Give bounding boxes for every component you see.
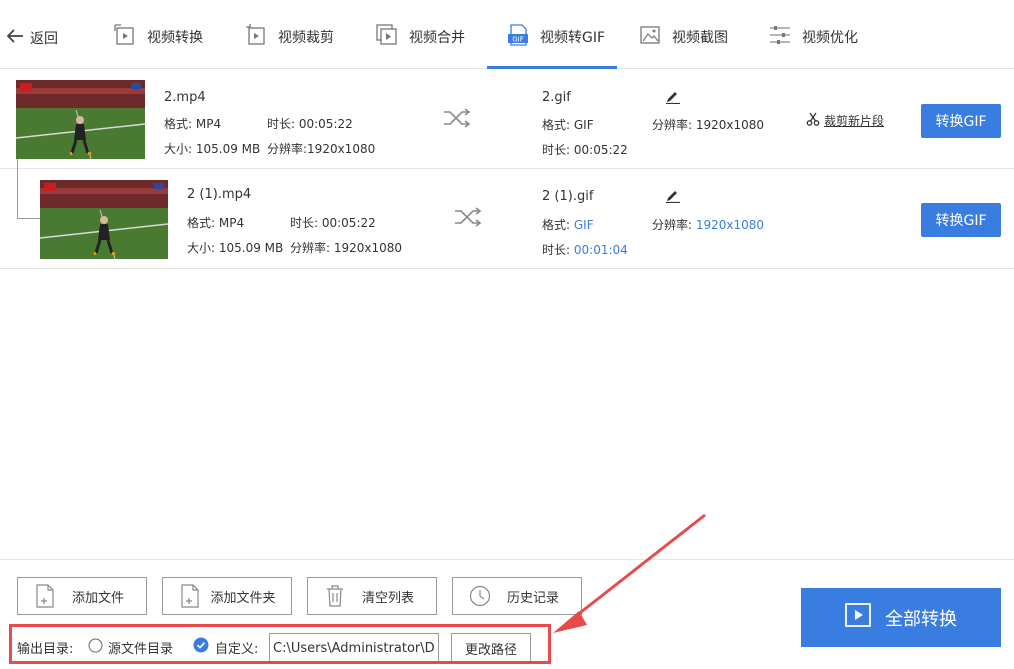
- play-icon: [845, 603, 871, 632]
- output-duration-value: 00:01:04: [573, 243, 628, 257]
- tab-video-optimize[interactable]: 视频优化: [768, 22, 858, 52]
- input-file-name: 2.mp4: [164, 90, 206, 105]
- gif-icon: GIF: [506, 23, 530, 51]
- cut-link-label: 裁剪新片段: [824, 114, 885, 128]
- add-file-label: 添加文件: [71, 590, 124, 606]
- tab-label: 视频截图: [672, 30, 728, 46]
- output-resolution-value: 1920x1080: [695, 218, 765, 232]
- tree-connector: [17, 159, 18, 218]
- output-format: 格式: GIF: [542, 216, 594, 233]
- convert-gif-button[interactable]: 转换GIF: [921, 104, 1001, 138]
- tab-video-merge[interactable]: 视频合并: [375, 22, 465, 52]
- output-format-value: GIF: [573, 218, 594, 232]
- annotation-arrow: [545, 505, 715, 639]
- clear-list-button[interactable]: 清空列表: [307, 577, 437, 615]
- input-duration: 时长: 00:05:22: [290, 216, 376, 230]
- output-duration: 时长: 00:05:22: [542, 141, 628, 158]
- output-format: 格式: GIF: [542, 116, 594, 133]
- cut-new-segment-link[interactable]: 裁剪新片段: [806, 112, 884, 129]
- video-convert-icon: [113, 23, 137, 51]
- add-folder-label: 添加文件夹: [210, 590, 276, 606]
- input-format: 格式: MP4: [164, 117, 222, 131]
- arrow-left-icon: [6, 28, 24, 48]
- add-folder-button[interactable]: 添加文件夹: [162, 577, 292, 615]
- tab-label: 视频裁剪: [278, 30, 334, 46]
- add-file-icon: [30, 584, 60, 608]
- input-resolution: 分辨率: 1920x1080: [290, 241, 403, 255]
- shuffle-icon: [454, 207, 482, 231]
- output-duration-value: 00:05:22: [573, 143, 628, 157]
- input-size: 大小: 105.09 MB: [164, 142, 261, 156]
- tab-video-convert[interactable]: 视频转换: [113, 22, 203, 52]
- edit-pencil-icon[interactable]: [665, 88, 681, 108]
- convert-all-label: 全部转换: [885, 608, 957, 630]
- tab-video-to-gif[interactable]: GIF 视频转GIF: [506, 22, 605, 52]
- tab-label: 视频优化: [802, 30, 858, 46]
- add-file-button[interactable]: 添加文件: [17, 577, 147, 615]
- output-resolution: 分辨率: 1920x1080: [652, 216, 764, 233]
- output-format-label: 格式:: [542, 118, 571, 132]
- output-resolution-label: 分辨率:: [652, 218, 693, 232]
- tab-video-screenshot[interactable]: 视频截图: [638, 22, 728, 52]
- output-file-name: 2.gif: [542, 90, 571, 105]
- sliders-icon: [768, 23, 792, 51]
- back-label: 返回: [30, 31, 58, 47]
- output-duration-label: 时长:: [542, 143, 571, 157]
- output-format-value: GIF: [573, 118, 594, 132]
- trash-icon: [320, 584, 350, 608]
- output-format-label: 格式:: [542, 218, 571, 232]
- output-resolution: 分辨率: 1920x1080: [652, 116, 764, 133]
- video-thumbnail[interactable]: [40, 180, 168, 259]
- output-resolution-value: 1920x1080: [695, 118, 765, 132]
- clear-list-label: 清空列表: [361, 590, 414, 606]
- tab-label: 视频转换: [147, 30, 203, 46]
- output-resolution-label: 分辨率:: [652, 118, 693, 132]
- tab-label: 视频转GIF: [540, 30, 606, 46]
- back-button[interactable]: 返回: [6, 26, 58, 50]
- convert-gif-button[interactable]: 转换GIF: [921, 203, 1001, 237]
- output-duration: 时长: 00:01:04: [542, 241, 628, 258]
- input-file-name: 2 (1).mp4: [187, 187, 252, 202]
- tab-label: 视频合并: [409, 30, 465, 46]
- tab-video-crop[interactable]: 视频裁剪: [244, 22, 334, 52]
- edit-pencil-icon[interactable]: [665, 187, 681, 207]
- convert-all-button[interactable]: 全部转换: [801, 588, 1001, 647]
- input-size: 大小: 105.09 MB: [187, 241, 284, 255]
- output-file-name: 2 (1).gif: [542, 189, 594, 204]
- input-resolution: 分辨率:1920x1080: [267, 142, 376, 156]
- clock-icon: [465, 585, 495, 607]
- scissors-icon: [806, 112, 820, 129]
- bottom-divider: [0, 559, 1014, 560]
- image-icon: [638, 23, 662, 51]
- annotation-highlight-box: [9, 624, 551, 664]
- video-thumbnail[interactable]: [16, 80, 145, 159]
- input-duration: 时长: 00:05:22: [267, 117, 353, 131]
- svg-text:GIF: GIF: [512, 36, 524, 44]
- video-crop-icon: [244, 23, 268, 51]
- output-duration-label: 时长:: [542, 243, 571, 257]
- video-merge-icon: [375, 23, 399, 51]
- input-format: 格式: MP4: [187, 216, 245, 230]
- tree-connector: [17, 218, 40, 219]
- add-folder-icon: [175, 584, 205, 608]
- shuffle-icon: [443, 108, 471, 132]
